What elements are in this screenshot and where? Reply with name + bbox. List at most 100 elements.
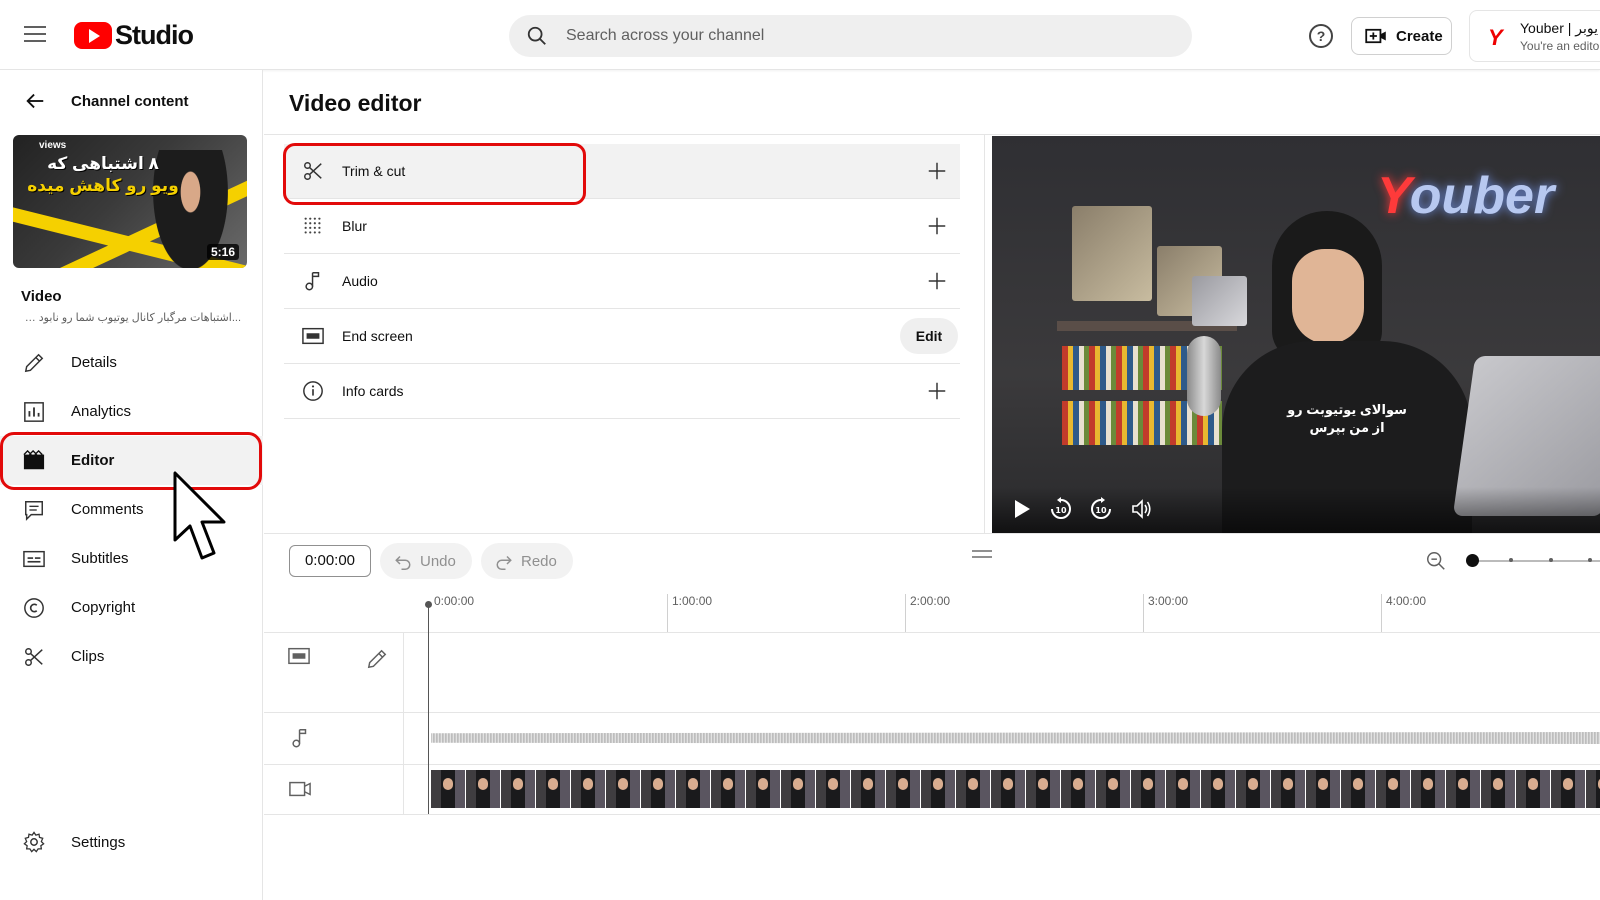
film-frame [501, 770, 535, 808]
zoom-out-icon[interactable] [1425, 550, 1447, 572]
divider [264, 533, 1600, 534]
film-frame [921, 770, 955, 808]
divider [264, 814, 1600, 815]
channel-avatar: Y [1488, 25, 1503, 50]
forward-10-icon[interactable]: 10 [1089, 497, 1113, 521]
volume-icon[interactable] [1130, 497, 1154, 521]
tool-audio[interactable]: Audio [284, 254, 960, 309]
edit-pencil-icon[interactable] [366, 648, 388, 670]
silver-play-button-plaque [1072, 206, 1152, 301]
search-input[interactable] [566, 27, 1126, 45]
sidebar-item-label: Copyright [71, 599, 136, 616]
rewind-10-icon[interactable]: 10 [1049, 497, 1073, 521]
film-frame [1096, 770, 1130, 808]
redo-icon [496, 555, 512, 570]
back-to-channel-content[interactable]: Channel content [0, 90, 263, 114]
video-label: Video [21, 288, 62, 305]
add-icon[interactable] [926, 380, 948, 402]
film-frame [431, 770, 465, 808]
tool-blur[interactable]: Blur [284, 199, 960, 254]
ruler-label: 0:00:00 [434, 594, 475, 608]
playhead[interactable] [428, 604, 429, 814]
sidebar-item-analytics[interactable]: Analytics [0, 387, 263, 436]
film-frame [1201, 770, 1235, 808]
film-frame [1586, 770, 1600, 808]
audio-waveform[interactable] [431, 732, 1600, 744]
video-title: ...اشتباهات مرگبار کانال یوتیوب شما رو ن… [21, 312, 241, 324]
tool-info-cards[interactable]: Info cards [284, 364, 960, 419]
create-button[interactable]: Create [1351, 17, 1452, 55]
sidebar-item-label: Clips [71, 648, 105, 665]
video-filmstrip[interactable] [431, 770, 1600, 808]
divider [264, 632, 1600, 633]
gear-icon [23, 831, 45, 853]
zoom-step [1588, 558, 1592, 562]
sidebar-item-label: Analytics [71, 403, 132, 420]
playhead-handle[interactable] [425, 601, 432, 608]
film-frame [1376, 770, 1410, 808]
divider [264, 764, 1600, 765]
video-preview-player[interactable]: Youber سوالای یوتیوبت رو از من بپرس 10 1… [992, 136, 1600, 533]
film-frame [1131, 770, 1165, 808]
sidebar-item-details[interactable]: Details [0, 338, 263, 387]
video-track-icon [289, 781, 311, 797]
tool-label: Blur [342, 218, 367, 234]
film-frame [746, 770, 780, 808]
logo-text: Studio [115, 20, 194, 50]
zoom-step [1509, 558, 1513, 562]
redo-button[interactable]: Redo [481, 543, 573, 579]
film-frame [1481, 770, 1515, 808]
film-frame [1341, 770, 1375, 808]
face [1292, 249, 1364, 344]
film-frame [1026, 770, 1060, 808]
account-switcher[interactable]: Y Youber | یوبر You're an edito [1469, 10, 1600, 62]
hamburger-menu-icon[interactable] [22, 22, 48, 48]
video-thumbnail[interactable]: views ۸ اشتباهی که ویو رو کاهش میده 5:16 [13, 135, 247, 268]
panel-resize-handle[interactable] [972, 550, 992, 558]
add-icon[interactable] [926, 215, 948, 237]
copyright-icon [24, 597, 44, 618]
play-icon[interactable] [1009, 497, 1033, 521]
undo-label: Undo [420, 552, 456, 570]
zoom-slider-knob[interactable] [1466, 554, 1479, 567]
film-frame [781, 770, 815, 808]
end-screen-icon [302, 327, 324, 345]
add-icon[interactable] [926, 160, 948, 182]
zoom-slider-track[interactable] [1472, 560, 1600, 562]
sidebar-item-settings[interactable]: Settings [0, 822, 263, 862]
sidebar-item-copyright[interactable]: Copyright [0, 583, 263, 632]
back-label: Channel content [71, 93, 189, 110]
add-icon[interactable] [926, 270, 948, 292]
svg-text:10: 10 [1055, 506, 1067, 515]
undo-button[interactable]: Undo [380, 543, 472, 579]
divider [984, 135, 985, 533]
youtube-studio-logo[interactable]: Studio [74, 20, 194, 51]
pencil-icon [24, 353, 44, 372]
settings-label: Settings [71, 834, 126, 851]
svg-text:10: 10 [1095, 506, 1107, 515]
sidebar-item-label: Subtitles [71, 550, 129, 567]
end-screen-track-icon [288, 647, 310, 665]
audio-track-icon [292, 729, 307, 748]
film-frame [1551, 770, 1585, 808]
film-frame [1411, 770, 1445, 808]
ruler-tick [905, 594, 906, 632]
film-frame [571, 770, 605, 808]
sidebar-item-clips[interactable]: Clips [0, 632, 263, 681]
create-label: Create [1396, 27, 1443, 45]
film-frame [1446, 770, 1480, 808]
search-bar[interactable] [509, 15, 1192, 57]
end-screen-edit-button[interactable]: Edit [900, 318, 958, 354]
ruler-label: 2:00:00 [910, 594, 951, 608]
tool-end-screen[interactable]: End screen Edit [284, 309, 960, 364]
video-duration: 5:16 [206, 244, 239, 260]
youtube-play-icon [74, 22, 112, 49]
help-icon[interactable]: ? [1309, 24, 1333, 48]
thumbnail-views-text: views [39, 140, 67, 151]
scissors-icon [25, 647, 43, 666]
film-frame [711, 770, 745, 808]
film-frame [606, 770, 640, 808]
sidebar-item-label: Details [71, 354, 117, 371]
current-time-input[interactable]: 0:00:00 [289, 545, 371, 577]
music-note-icon [305, 272, 320, 291]
